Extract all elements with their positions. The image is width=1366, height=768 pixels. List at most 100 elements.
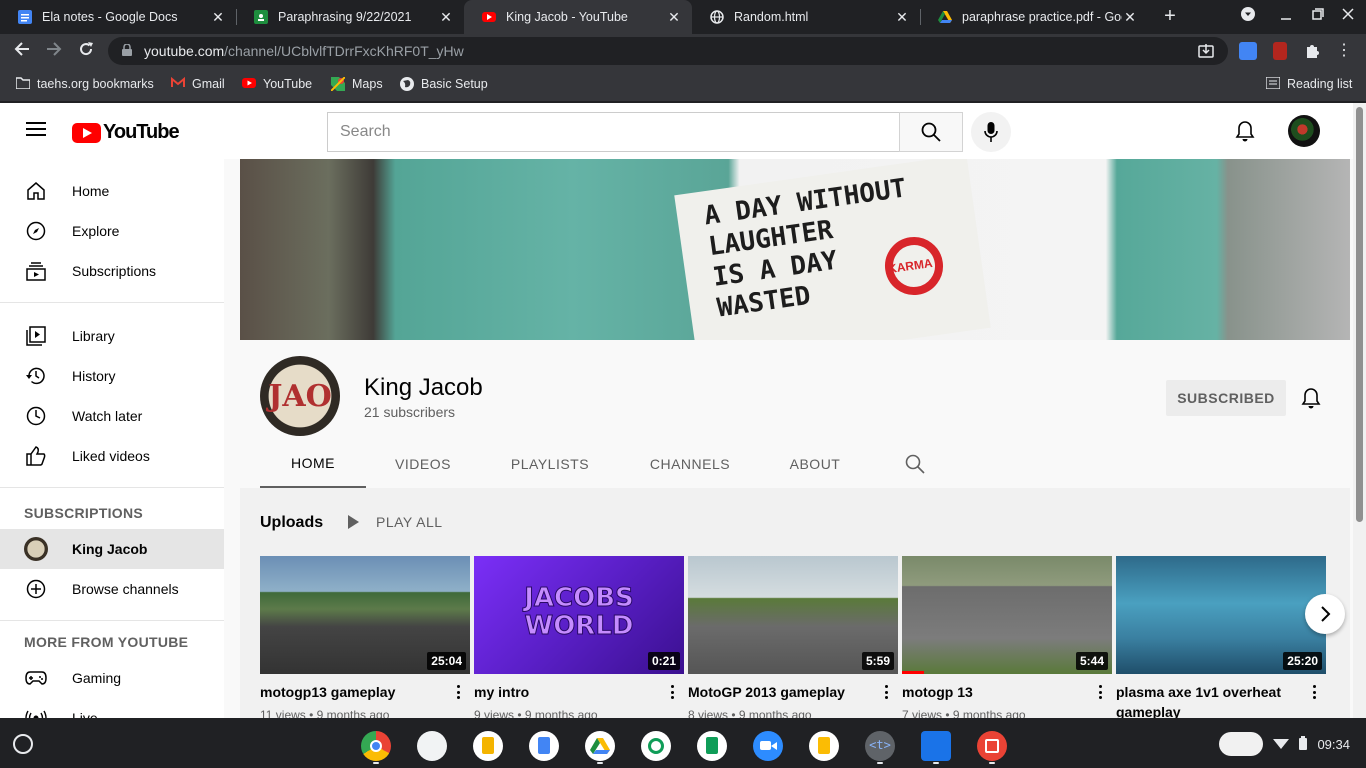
tab-king-jacob-youtube[interactable]: King Jacob - YouTube ✕	[464, 0, 692, 34]
video-menu-icon[interactable]	[668, 682, 676, 702]
classroom-icon	[254, 10, 268, 24]
reload-icon[interactable]	[75, 40, 97, 62]
sidebar-item-live[interactable]: Live	[0, 698, 224, 718]
search-button[interactable]	[899, 112, 963, 152]
hamburger-menu-icon[interactable]	[26, 122, 46, 136]
video-card[interactable]: 25:20 plasma axe 1v1 overheat gameplay	[1116, 556, 1326, 718]
video-title[interactable]: motogp13 gameplay	[260, 682, 446, 702]
minimize-icon[interactable]	[1276, 7, 1296, 25]
tab-channels[interactable]: CHANNELS	[620, 440, 760, 488]
subscribed-button[interactable]: SUBSCRIBED	[1166, 380, 1286, 416]
video-card[interactable]: 25:04 motogp13 gameplay 11 views • 9 mon…	[260, 556, 470, 718]
video-title[interactable]: motogp 13	[902, 682, 1088, 702]
bookmark-extension-icon[interactable]	[1273, 42, 1287, 60]
bookmark-basic-setup[interactable]: Basic Setup	[400, 77, 488, 91]
video-title[interactable]: MotoGP 2013 gameplay	[688, 682, 874, 702]
video-card[interactable]: 5:44 motogp 13 7 views • 9 months ago	[902, 556, 1112, 718]
play-all-button[interactable]: PLAY ALL	[346, 514, 443, 530]
close-tab-icon[interactable]: ✕	[666, 9, 682, 26]
classroom-app-icon[interactable]	[641, 731, 671, 761]
sidebar-item-liked-videos[interactable]: Liked videos	[0, 436, 224, 476]
back-icon[interactable]	[11, 40, 33, 62]
sidebar-item-explore[interactable]: Explore	[0, 211, 224, 251]
video-title[interactable]: plasma axe 1v1 overheat gameplay	[1116, 682, 1302, 718]
channel-notification-bell-icon[interactable]	[1300, 387, 1322, 414]
close-tab-icon[interactable]: ✕	[210, 9, 226, 26]
tote-icon[interactable]	[1219, 732, 1264, 756]
google-translate-icon[interactable]	[1239, 42, 1257, 60]
bookmark-maps[interactable]: Maps	[330, 76, 383, 92]
tab-paraphrasing[interactable]: Paraphrasing 9/22/2021 ✕	[236, 0, 464, 34]
docs-app-icon[interactable]	[529, 731, 559, 761]
bookmark-youtube[interactable]: YouTube	[242, 77, 312, 91]
slides-app-icon[interactable]	[473, 731, 503, 761]
video-menu-icon[interactable]	[882, 682, 890, 702]
close-window-icon[interactable]	[1338, 7, 1358, 25]
sidebar-item-library[interactable]: Library	[0, 316, 224, 356]
keep-app-icon[interactable]	[809, 731, 839, 761]
terminal-app-icon[interactable]: <t>	[865, 731, 895, 761]
extensions-icon[interactable]	[1303, 42, 1321, 60]
shelf-title[interactable]: Uploads	[260, 514, 323, 532]
launcher-button[interactable]	[13, 734, 33, 754]
web-app-icon[interactable]	[417, 731, 447, 761]
tab-videos[interactable]: VIDEOS	[366, 440, 480, 488]
video-title[interactable]: my intro	[474, 682, 660, 702]
video-thumbnail[interactable]: JACOBS WORLD 0:21	[474, 556, 684, 674]
tab-ela-notes[interactable]: Ela notes - Google Docs ✕	[0, 0, 236, 34]
restore-icon[interactable]	[1308, 7, 1328, 25]
tab-search-icon[interactable]	[1238, 7, 1258, 26]
sidebar-item-browse-channels[interactable]: Browse channels	[0, 569, 224, 609]
sidebar-item-king-jacob[interactable]: King Jacob	[0, 529, 224, 569]
youtube-logo[interactable]: YouTube	[72, 121, 180, 144]
browser-menu-icon[interactable]: ⋮	[1335, 42, 1353, 60]
voice-search-button[interactable]	[971, 112, 1011, 152]
scrollbar-thumb[interactable]	[1356, 107, 1363, 522]
lock-icon[interactable]	[122, 43, 132, 59]
video-thumbnail[interactable]: 5:59	[688, 556, 898, 674]
account-avatar[interactable]	[1288, 115, 1320, 147]
install-app-icon[interactable]	[1198, 43, 1214, 62]
forward-icon[interactable]	[43, 40, 65, 62]
zoom-app-icon[interactable]	[753, 731, 783, 761]
video-thumbnail[interactable]: 5:44	[902, 556, 1112, 674]
sidebar-item-subscriptions[interactable]: Subscriptions	[0, 251, 224, 291]
sidebar-item-history[interactable]: History	[0, 356, 224, 396]
new-tab-button[interactable]: +	[1160, 5, 1180, 28]
page-scrollbar[interactable]	[1353, 103, 1366, 718]
sidebar-item-label: Liked videos	[72, 448, 150, 464]
close-tab-icon[interactable]: ✕	[1122, 9, 1138, 26]
sidebar-item-gaming[interactable]: Gaming	[0, 658, 224, 698]
sidebar-item-watch-later[interactable]: Watch later	[0, 396, 224, 436]
reading-list-button[interactable]: Reading list	[1265, 76, 1352, 91]
video-menu-icon[interactable]	[1310, 682, 1318, 702]
tab-random-html[interactable]: Random.html ✕	[692, 0, 920, 34]
channel-search-icon[interactable]	[905, 454, 925, 479]
search-input[interactable]: Search	[327, 112, 900, 152]
tab-playlists[interactable]: PLAYLISTS	[480, 440, 620, 488]
video-card[interactable]: JACOBS WORLD 0:21 my intro 9 views • 9 m…	[474, 556, 684, 718]
tab-about[interactable]: ABOUT	[760, 440, 870, 488]
video-menu-icon[interactable]	[454, 682, 462, 702]
address-bar[interactable]: youtube.com/channel/UCblvlfTDrrFxcKhRF0T…	[108, 37, 1228, 65]
sheets-app-icon[interactable]	[697, 731, 727, 761]
gallery-app-icon[interactable]	[977, 731, 1007, 761]
video-thumbnail[interactable]: 25:20	[1116, 556, 1326, 674]
video-thumbnail[interactable]: 25:04	[260, 556, 470, 674]
sidebar-item-home[interactable]: Home	[0, 171, 224, 211]
chrome-app-icon[interactable]	[361, 731, 391, 761]
close-tab-icon[interactable]: ✕	[438, 9, 454, 26]
tab-strip: Ela notes - Google Docs ✕ Paraphrasing 9…	[0, 0, 1366, 34]
video-menu-icon[interactable]	[1096, 682, 1104, 702]
tab-paraphrase-pdf[interactable]: paraphrase practice.pdf - Goo ✕	[920, 0, 1148, 34]
close-tab-icon[interactable]: ✕	[894, 9, 910, 26]
files-app-icon[interactable]	[921, 731, 951, 761]
bookmark-gmail[interactable]: Gmail	[171, 76, 225, 91]
notifications-button[interactable]	[1234, 120, 1256, 147]
drive-app-icon[interactable]	[585, 731, 615, 761]
tab-home[interactable]: HOME	[260, 440, 366, 488]
bookmark-taehs[interactable]: taehs.org bookmarks	[15, 77, 154, 91]
video-card[interactable]: 5:59 MotoGP 2013 gameplay 8 views • 9 mo…	[688, 556, 898, 718]
status-tray[interactable]: 09:34	[1180, 730, 1360, 758]
shelf-next-button[interactable]	[1305, 594, 1345, 634]
